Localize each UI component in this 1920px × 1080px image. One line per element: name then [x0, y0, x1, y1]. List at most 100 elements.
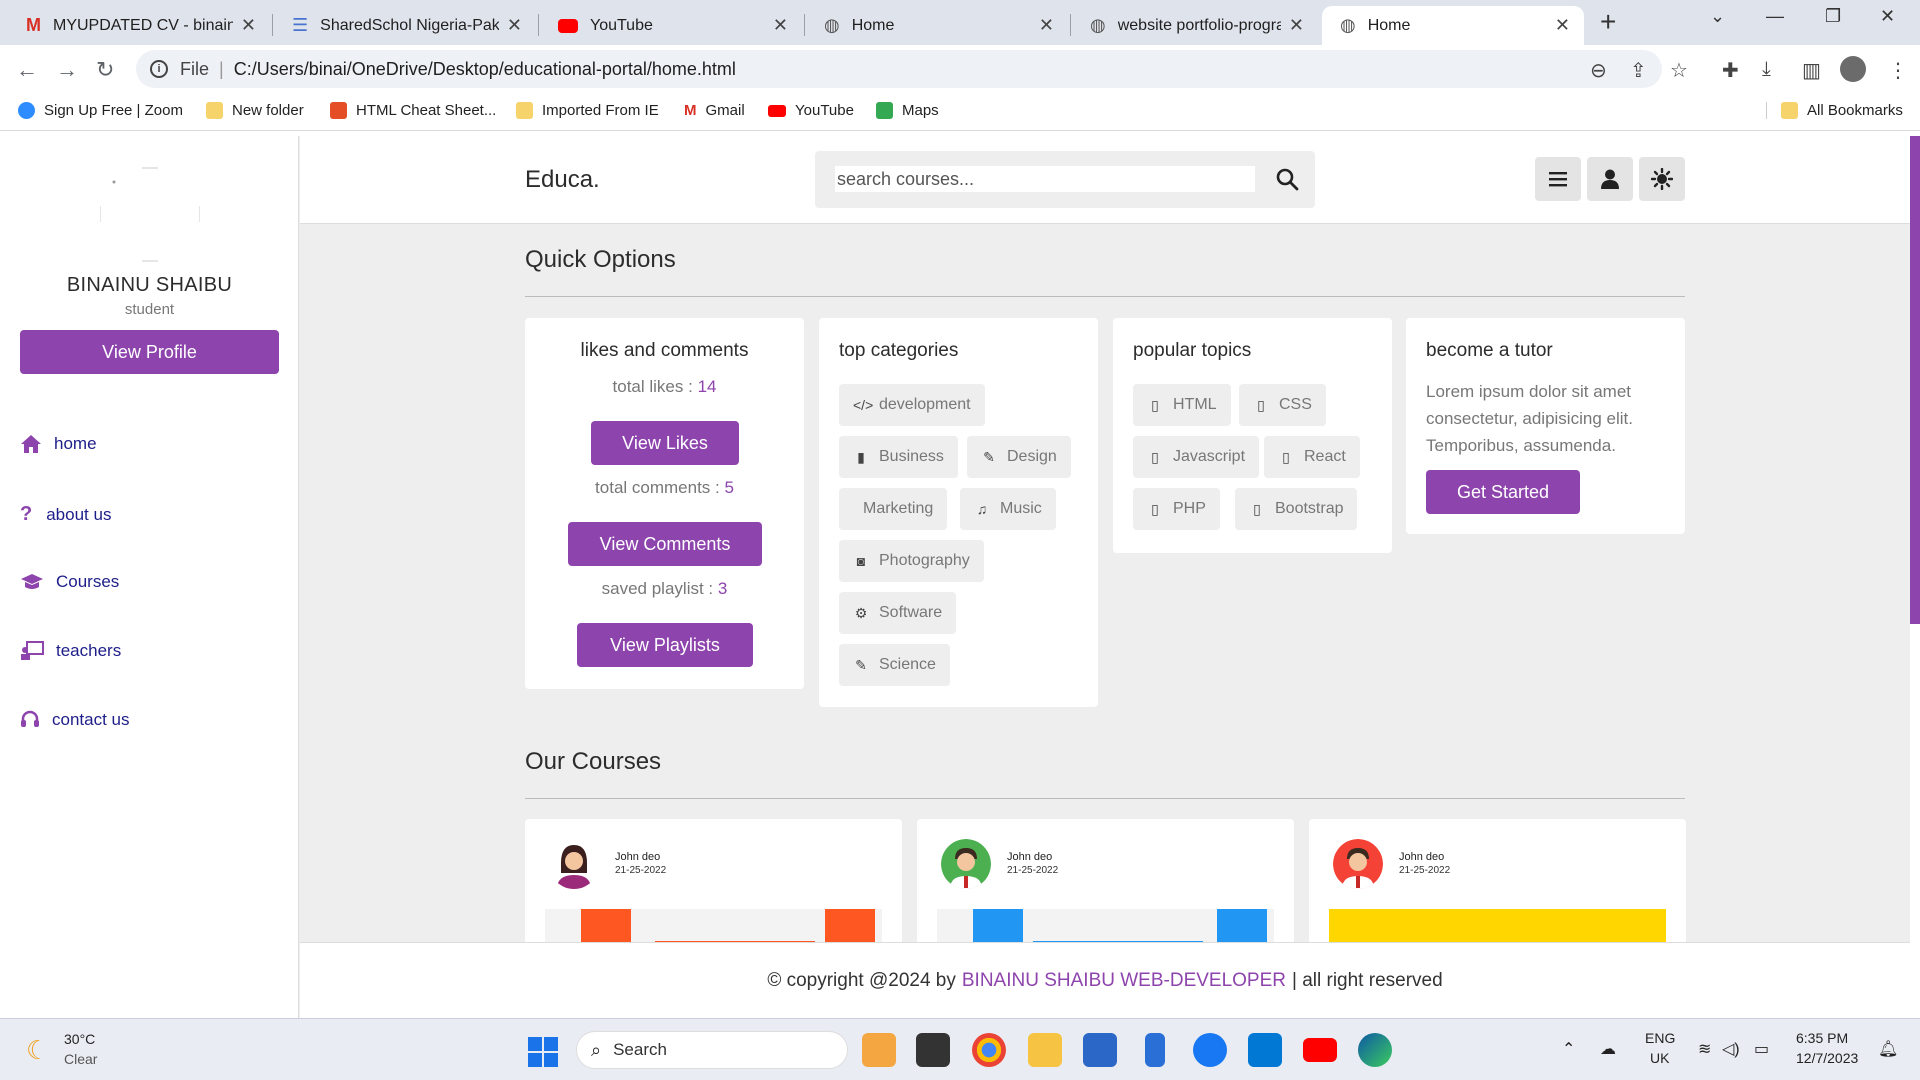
close-tab-icon[interactable]: ✕ [1555, 15, 1570, 36]
bolt-app-icon[interactable] [1145, 1033, 1165, 1067]
view-comments-button[interactable]: View Comments [568, 522, 762, 566]
chrome-icon[interactable] [972, 1033, 1006, 1067]
minimize-button[interactable]: — [1766, 6, 1784, 27]
extensions-icon[interactable]: ✚ [1722, 58, 1739, 83]
tab-sharedschol[interactable]: ☰ SharedSchol Nigeria-Pakist ✕ [274, 6, 536, 45]
bookmark-new-folder[interactable]: New folder [206, 102, 304, 119]
view-likes-button[interactable]: View Likes [591, 421, 739, 465]
sidepanel-icon[interactable]: ▥ [1802, 58, 1821, 83]
restore-button[interactable]: ❐ [1825, 6, 1841, 27]
moon-weather-icon[interactable]: ☾ [26, 1035, 49, 1066]
user-icon [1601, 169, 1619, 189]
close-tab-icon[interactable]: ✕ [507, 15, 522, 36]
tab-youtube[interactable]: YouTube ✕ [540, 6, 802, 45]
vscode-icon[interactable] [1248, 1033, 1282, 1067]
back-arrow-icon[interactable]: ← [16, 57, 38, 83]
missing-glyph-icon: ▯ [1151, 448, 1159, 465]
zoom-icon[interactable]: ⊖ [1590, 58, 1607, 83]
store-icon[interactable] [1083, 1033, 1117, 1067]
tab-home[interactable]: ◍ Home ✕ [806, 6, 1068, 45]
tab-website-portfolio[interactable]: ◍ website portfolio-program ✕ [1072, 6, 1318, 45]
scrollbar-thumb[interactable] [1910, 136, 1920, 624]
footer-author-link[interactable]: BINAINU SHAIBU WEB-DEVELOPER [962, 970, 1286, 992]
close-tab-icon[interactable]: ✕ [241, 15, 256, 36]
popular-topics-card: popular topics ▯ HTML ▯ CSS ▯ Javascript ▯ R… [1113, 318, 1392, 553]
facebook-icon[interactable] [1193, 1033, 1227, 1067]
new-tab-button[interactable]: + [1600, 8, 1616, 36]
topic-chip-javascript[interactable]: ▯ Javascript [1133, 436, 1260, 478]
sidebar-item-about[interactable]: ? about us [20, 503, 111, 526]
bookmark-star-icon[interactable]: ☆ [1670, 58, 1688, 83]
chevron-up-icon[interactable]: ⌃ [1562, 1039, 1575, 1059]
tab-gmail[interactable]: M MYUPDATED CV - binainus ✕ [8, 6, 270, 45]
bookmark-zoom[interactable]: Sign Up Free | Zoom [18, 102, 183, 119]
category-chip-software[interactable]: ⚙ Software [839, 592, 957, 634]
youtube-icon[interactable] [1303, 1038, 1337, 1062]
download-icon[interactable]: ⤓ [1762, 58, 1771, 81]
reload-icon[interactable]: ↻ [96, 57, 114, 83]
get-started-button[interactable]: Get Started [1426, 470, 1580, 514]
bookmark-maps[interactable]: Maps [876, 102, 939, 119]
task-view-icon[interactable] [916, 1033, 950, 1067]
sidebar-item-teachers[interactable]: teachers [20, 641, 121, 661]
network-alert-icon[interactable]: ☁ [1600, 1039, 1616, 1059]
bookmark-youtube[interactable]: YouTube [768, 102, 854, 119]
category-chip-marketing[interactable]: Marketing [839, 488, 948, 530]
bookmark-imported[interactable]: Imported From IE [516, 102, 659, 119]
folder-icon [516, 102, 533, 119]
taskbar-search[interactable]: ⌕ Search [576, 1031, 848, 1069]
search-icon[interactable] [1275, 167, 1299, 191]
close-tab-icon[interactable]: ✕ [773, 15, 788, 36]
page-scrollbar[interactable] [1910, 136, 1920, 1018]
question-icon: ? [20, 503, 33, 525]
category-chip-photography[interactable]: ◙ Photography [839, 540, 984, 582]
windows-taskbar: ☾ 30°C Clear ⌕ Search ⌃ ☁ ENG UK ≋ ◁) ▭ … [0, 1018, 1920, 1080]
topic-chip-bootstrap[interactable]: ▯ Bootstrap [1235, 488, 1358, 530]
windows-start-icon[interactable] [528, 1037, 558, 1067]
category-chip-music[interactable]: ♫ Music [960, 488, 1056, 530]
category-chip-design[interactable]: ✎ Design [967, 436, 1071, 478]
topic-chip-react[interactable]: ▯ React [1264, 436, 1360, 478]
address-bar[interactable]: i File | C:/Users/binai/OneDrive/Desktop… [136, 50, 1662, 88]
site-logo[interactable]: Educa. [525, 166, 600, 194]
close-window-button[interactable]: ✕ [1880, 6, 1895, 27]
view-playlists-button[interactable]: View Playlists [577, 623, 753, 667]
site-info-icon[interactable]: i [150, 60, 168, 78]
tab-home-active[interactable]: ◍ Home ✕ [1322, 6, 1584, 45]
menu-button[interactable] [1535, 157, 1581, 201]
url-text[interactable]: C:/Users/binai/OneDrive/Desktop/educatio… [234, 59, 736, 80]
bookmark-gmail[interactable]: M Gmail [684, 102, 745, 119]
sidebar-item-courses[interactable]: Courses [20, 572, 119, 592]
category-chip-development[interactable]: </> development [839, 384, 985, 426]
tutor-description: Lorem ipsum dolor sit amet consectetur, … [1426, 382, 1633, 455]
menu-kebab-icon[interactable]: ⋮ [1888, 58, 1908, 83]
wifi-icon[interactable]: ≋ [1698, 1039, 1711, 1059]
tab-search-icon[interactable]: ⌄ [1710, 6, 1725, 27]
battery-icon[interactable]: ▭ [1754, 1039, 1769, 1059]
category-chip-science[interactable]: ✎ Science [839, 644, 950, 686]
view-profile-button[interactable]: View Profile [20, 330, 279, 374]
search-input[interactable]: search courses... [835, 166, 1255, 192]
share-icon[interactable]: ⇪ [1630, 58, 1647, 83]
topic-chip-html[interactable]: ▯ HTML [1133, 384, 1231, 426]
course-date: 21-25-2022 [1007, 865, 1059, 876]
close-tab-icon[interactable]: ✕ [1289, 15, 1304, 36]
copilot-icon[interactable] [862, 1033, 896, 1067]
volume-icon[interactable]: ◁) [1722, 1039, 1740, 1059]
profile-avatar[interactable] [1840, 56, 1866, 82]
notification-bell-icon[interactable]: 🔔︎ [1878, 1039, 1898, 1059]
forward-arrow-icon[interactable]: → [56, 57, 78, 83]
bookmark-html-cheat-sheet[interactable]: HTML Cheat Sheet... [330, 102, 496, 119]
all-bookmarks[interactable]: All Bookmarks [1766, 102, 1903, 119]
category-chip-business[interactable]: ▮ Business [839, 436, 958, 478]
sidebar-item-home[interactable]: home [20, 434, 97, 454]
quick-options-heading: Quick Options [525, 246, 676, 273]
edge-icon[interactable] [1358, 1033, 1392, 1067]
file-explorer-icon[interactable] [1028, 1033, 1062, 1067]
user-button[interactable] [1587, 157, 1633, 201]
toggle-theme-button[interactable] [1639, 157, 1685, 201]
topic-chip-css[interactable]: ▯ CSS [1239, 384, 1326, 426]
close-tab-icon[interactable]: ✕ [1039, 15, 1054, 36]
topic-chip-php[interactable]: ▯ PHP [1133, 488, 1220, 530]
sidebar-item-contact[interactable]: contact us [20, 710, 130, 730]
